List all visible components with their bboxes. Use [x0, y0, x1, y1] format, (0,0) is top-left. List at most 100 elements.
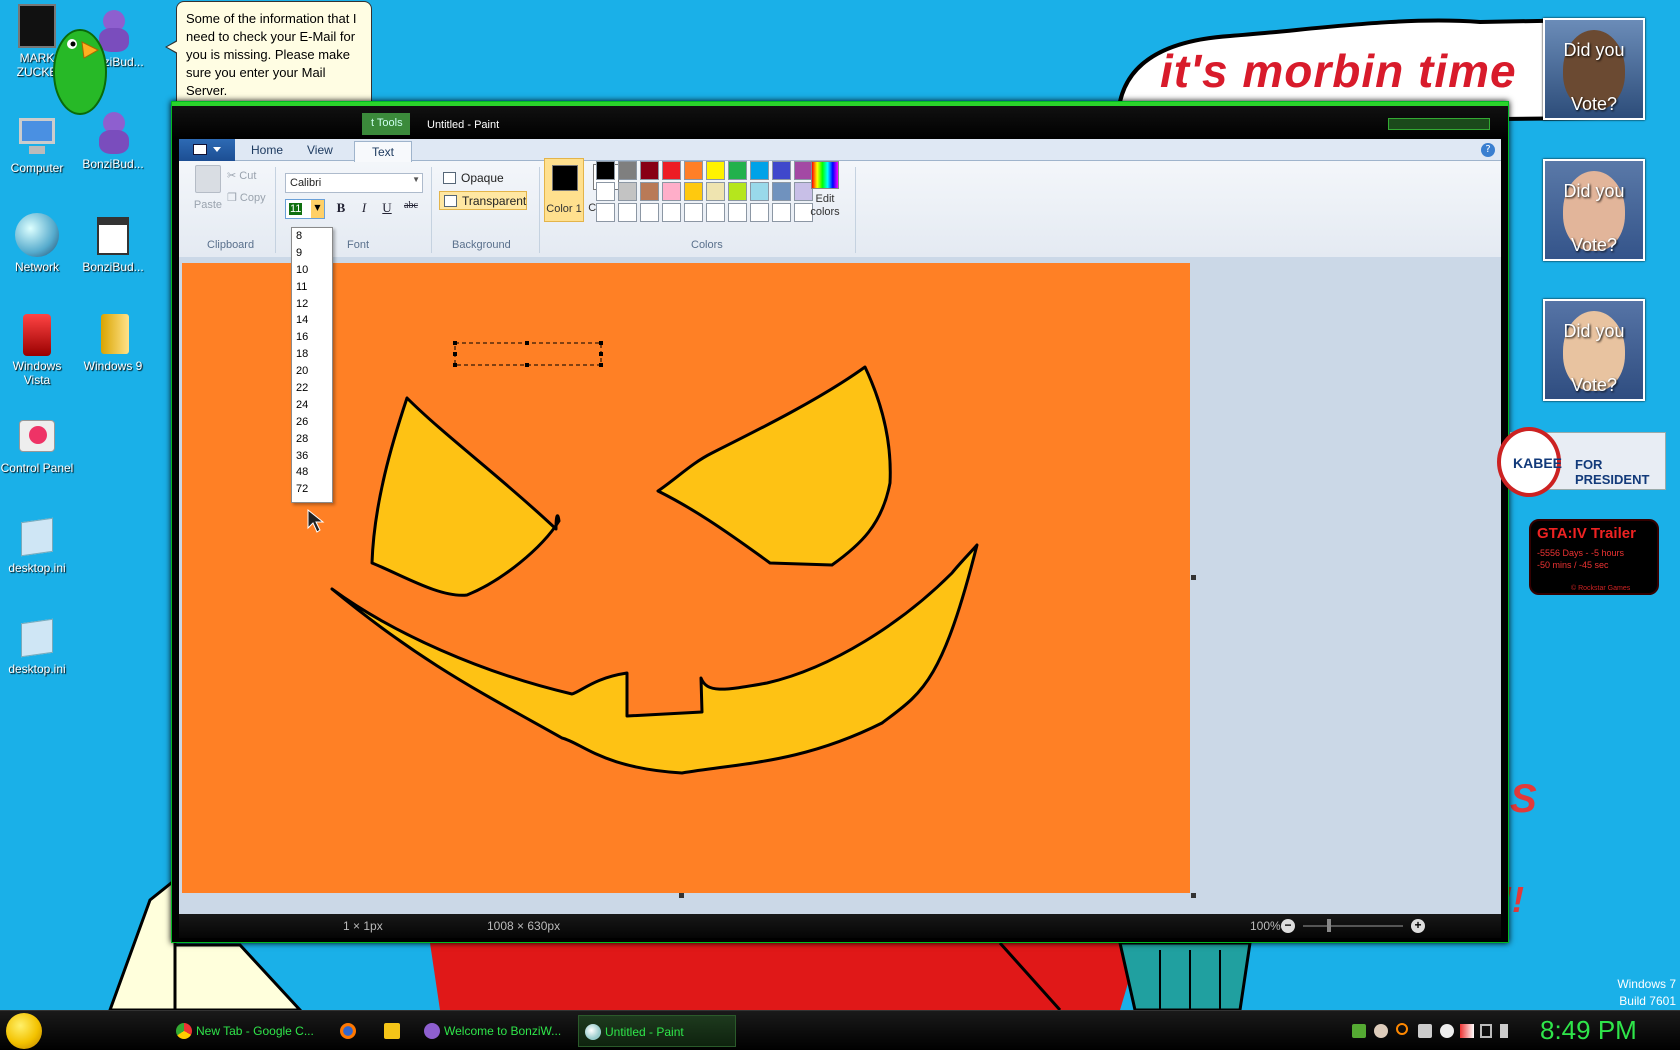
- gta-countdown-gadget[interactable]: GTA:IV Trailer -5556 Days - -5 hours -50 …: [1529, 519, 1659, 595]
- palette-swatch[interactable]: [684, 203, 703, 222]
- vote-widget-mccain[interactable]: Did you Vote?: [1543, 159, 1645, 261]
- quick-access-toolbar[interactable]: [180, 114, 232, 132]
- zoom-in-button[interactable]: +: [1411, 919, 1425, 933]
- palette-swatch[interactable]: [618, 203, 637, 222]
- taskbar-item-explorer[interactable]: [378, 1015, 408, 1047]
- palette-swatch[interactable]: [618, 182, 637, 201]
- network-icon[interactable]: [1480, 1024, 1492, 1038]
- desktop-icon-computer[interactable]: Computer: [0, 114, 74, 175]
- canvas-resize-handle[interactable]: [1191, 893, 1196, 898]
- transparent-button[interactable]: Transparent: [439, 191, 527, 210]
- palette-swatch[interactable]: [640, 203, 659, 222]
- flag-icon[interactable]: [1460, 1024, 1474, 1038]
- desktop-icon-desktop-ini-2[interactable]: desktop.ini: [0, 615, 74, 676]
- copy-button[interactable]: ❐ Copy: [227, 191, 266, 204]
- font-size-option[interactable]: 16: [292, 329, 332, 346]
- zoom-out-button[interactable]: −: [1281, 919, 1295, 933]
- canvas-resize-handle[interactable]: [679, 893, 684, 898]
- desktop-icon-desktop-ini-1[interactable]: desktop.ini: [0, 514, 74, 575]
- window-control-buttons[interactable]: [1388, 118, 1490, 130]
- font-size-option[interactable]: 72: [292, 481, 332, 498]
- palette-swatch[interactable]: [728, 161, 747, 180]
- desktop-icon-control-panel[interactable]: Control Panel: [0, 414, 74, 475]
- drawing-canvas[interactable]: [182, 263, 1190, 893]
- palette-swatch[interactable]: [684, 182, 703, 201]
- paste-button[interactable]: Paste: [191, 165, 225, 211]
- text-selection-box[interactable]: [454, 342, 602, 366]
- font-size-option[interactable]: 8: [292, 228, 332, 245]
- system-tray[interactable]: [1352, 1023, 1492, 1039]
- desktop-icon-windows-vista[interactable]: Windows Vista: [0, 312, 74, 387]
- taskbar-item-paint[interactable]: Untitled - Paint: [578, 1015, 736, 1047]
- palette-swatch[interactable]: [750, 161, 769, 180]
- taskbar-item-firefox[interactable]: [334, 1015, 364, 1047]
- palette-swatch[interactable]: [772, 203, 791, 222]
- palette-swatch[interactable]: [772, 182, 791, 201]
- color1-button[interactable]: Color 1: [544, 158, 584, 222]
- desktop-icon-bonzibuddy-2[interactable]: BonziBud...: [76, 110, 150, 171]
- italic-button[interactable]: I: [354, 200, 374, 218]
- palette-swatch[interactable]: [640, 182, 659, 201]
- vote-widget-obama[interactable]: Did you Vote?: [1543, 18, 1645, 120]
- tray-icon[interactable]: [1352, 1024, 1366, 1038]
- vote-widget-clinton[interactable]: Did you Vote?: [1543, 299, 1645, 401]
- tray-icon[interactable]: [1418, 1024, 1432, 1038]
- palette-swatch[interactable]: [750, 182, 769, 201]
- font-size-option[interactable]: 12: [292, 296, 332, 313]
- palette-swatch[interactable]: [728, 203, 747, 222]
- font-family-select[interactable]: Calibri ▼: [285, 173, 423, 193]
- palette-swatch[interactable]: [750, 203, 769, 222]
- desktop-icon-windows-9[interactable]: Windows 9: [76, 312, 150, 373]
- font-size-option[interactable]: 24: [292, 397, 332, 414]
- palette-swatch[interactable]: [596, 182, 615, 201]
- tab-text[interactable]: Text: [354, 141, 412, 162]
- font-size-select[interactable]: 11 ▼: [285, 199, 325, 219]
- palette-swatch[interactable]: [684, 161, 703, 180]
- font-size-option[interactable]: 28: [292, 431, 332, 448]
- taskbar-item-bonziworld[interactable]: Welcome to BonziW...: [418, 1015, 568, 1047]
- paint-menu-button[interactable]: [179, 139, 235, 161]
- tray-icon[interactable]: [1374, 1024, 1388, 1038]
- palette-swatch[interactable]: [706, 161, 725, 180]
- underline-button[interactable]: U: [377, 200, 397, 218]
- font-size-option[interactable]: 18: [292, 346, 332, 363]
- palette-swatch[interactable]: [772, 161, 791, 180]
- palette-swatch[interactable]: [728, 182, 747, 201]
- palette-swatch[interactable]: [596, 203, 615, 222]
- palette-swatch[interactable]: [662, 182, 681, 201]
- opaque-button[interactable]: Opaque: [439, 169, 527, 188]
- palette-swatch[interactable]: [596, 161, 615, 180]
- volume-icon[interactable]: [1500, 1024, 1514, 1038]
- font-size-option[interactable]: 14: [292, 312, 332, 329]
- taskbar-clock[interactable]: 8:49 PM: [1540, 1015, 1637, 1046]
- messenger-icon[interactable]: [1440, 1024, 1454, 1038]
- zoom-slider-thumb[interactable]: [1327, 919, 1331, 932]
- help-icon[interactable]: ?: [1481, 143, 1495, 157]
- font-size-option[interactable]: 11: [292, 279, 332, 296]
- tab-view[interactable]: View: [307, 143, 333, 161]
- palette-swatch[interactable]: [662, 203, 681, 222]
- start-button[interactable]: [6, 1013, 42, 1049]
- font-size-option[interactable]: 26: [292, 414, 332, 431]
- desktop-icon-bonzibuddy-3[interactable]: BonziBud...: [76, 213, 150, 274]
- desktop-icon-network[interactable]: Network: [0, 213, 74, 274]
- palette-swatch[interactable]: [706, 203, 725, 222]
- font-size-option[interactable]: 36: [292, 448, 332, 465]
- taskbar-item-chrome[interactable]: New Tab - Google C...: [170, 1015, 320, 1047]
- bold-button[interactable]: B: [331, 200, 351, 218]
- palette-swatch[interactable]: [662, 161, 681, 180]
- font-size-option[interactable]: 48: [292, 464, 332, 481]
- strikethrough-button[interactable]: abc: [398, 200, 424, 218]
- font-size-option[interactable]: 22: [292, 380, 332, 397]
- edit-colors-button[interactable]: Edit colors: [803, 157, 847, 219]
- tab-home[interactable]: Home: [251, 143, 283, 161]
- palette-swatch[interactable]: [618, 161, 637, 180]
- font-size-option[interactable]: 20: [292, 363, 332, 380]
- title-bar[interactable]: t Tools Untitled - Paint: [172, 102, 1508, 139]
- palette-swatch[interactable]: [706, 182, 725, 201]
- zoom-slider[interactable]: [1303, 925, 1403, 927]
- font-size-option[interactable]: 10: [292, 262, 332, 279]
- canvas-resize-handle[interactable]: [1191, 575, 1196, 580]
- font-size-option[interactable]: 9: [292, 245, 332, 262]
- palette-swatch[interactable]: [640, 161, 659, 180]
